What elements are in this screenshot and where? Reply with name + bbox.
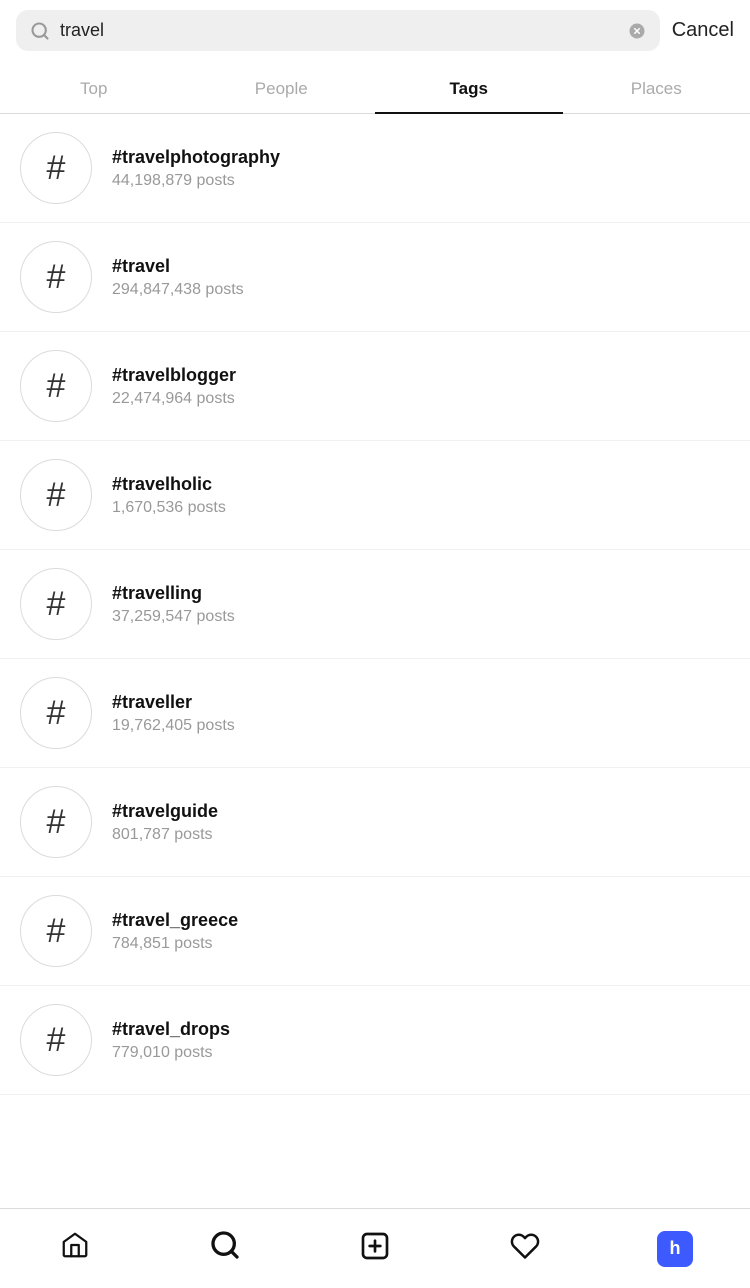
search-bar: Cancel bbox=[0, 0, 750, 61]
tag-item[interactable]: # #traveller 19,762,405 posts bbox=[0, 659, 750, 768]
tag-icon-circle: # bbox=[20, 132, 92, 204]
hash-icon: # bbox=[47, 151, 66, 185]
tag-item[interactable]: # #travelholic 1,670,536 posts bbox=[0, 441, 750, 550]
tab-tags[interactable]: Tags bbox=[375, 61, 563, 113]
tabs: Top People Tags Places bbox=[0, 61, 750, 114]
tag-item[interactable]: # #travelphotography 44,198,879 posts bbox=[0, 114, 750, 223]
tag-name: #traveller bbox=[112, 692, 235, 713]
nav-search[interactable] bbox=[195, 1219, 255, 1279]
tab-top[interactable]: Top bbox=[0, 61, 188, 113]
add-icon bbox=[359, 1230, 391, 1267]
tag-item[interactable]: # #travelling 37,259,547 posts bbox=[0, 550, 750, 659]
hash-icon: # bbox=[47, 369, 66, 403]
tag-icon-circle: # bbox=[20, 677, 92, 749]
hash-icon: # bbox=[47, 260, 66, 294]
tag-info: #travel_greece 784,851 posts bbox=[112, 910, 238, 953]
tag-count: 1,670,536 posts bbox=[112, 499, 226, 517]
tag-icon-circle: # bbox=[20, 1004, 92, 1076]
nav-add[interactable] bbox=[345, 1219, 405, 1279]
hash-icon: # bbox=[47, 587, 66, 621]
tag-item[interactable]: # #travelguide 801,787 posts bbox=[0, 768, 750, 877]
tag-name: #travelblogger bbox=[112, 365, 236, 386]
clear-icon[interactable] bbox=[628, 22, 646, 40]
tag-count: 19,762,405 posts bbox=[112, 717, 235, 735]
tag-icon-circle: # bbox=[20, 241, 92, 313]
tag-item[interactable]: # #travel_drops 779,010 posts bbox=[0, 986, 750, 1095]
tab-places[interactable]: Places bbox=[563, 61, 750, 113]
heart-icon bbox=[510, 1231, 540, 1266]
tag-info: #travelblogger 22,474,964 posts bbox=[112, 365, 236, 408]
tag-name: #travelling bbox=[112, 583, 235, 604]
hash-icon: # bbox=[47, 914, 66, 948]
hash-icon: # bbox=[47, 1023, 66, 1057]
tag-count: 37,259,547 posts bbox=[112, 608, 235, 626]
tag-count: 44,198,879 posts bbox=[112, 172, 280, 190]
nav-likes[interactable] bbox=[495, 1219, 555, 1279]
tag-name: #travel_drops bbox=[112, 1019, 230, 1040]
tag-name: #travelholic bbox=[112, 474, 226, 495]
tag-info: #travelphotography 44,198,879 posts bbox=[112, 147, 280, 190]
tag-name: #travelguide bbox=[112, 801, 218, 822]
tag-icon-circle: # bbox=[20, 895, 92, 967]
tag-info: #travelholic 1,670,536 posts bbox=[112, 474, 226, 517]
tag-name: #travel_greece bbox=[112, 910, 238, 931]
nav-home[interactable] bbox=[45, 1219, 105, 1279]
tag-item[interactable]: # #travel_greece 784,851 posts bbox=[0, 877, 750, 986]
tag-icon-circle: # bbox=[20, 568, 92, 640]
tag-icon-circle: # bbox=[20, 459, 92, 531]
bottom-nav: h bbox=[0, 1208, 750, 1288]
cancel-button[interactable]: Cancel bbox=[672, 19, 734, 42]
tag-count: 784,851 posts bbox=[112, 935, 238, 953]
tag-icon-circle: # bbox=[20, 350, 92, 422]
search-nav-icon bbox=[209, 1229, 241, 1269]
tag-icon-circle: # bbox=[20, 786, 92, 858]
search-icon bbox=[30, 21, 50, 41]
tag-list: # #travelphotography 44,198,879 posts # … bbox=[0, 114, 750, 1095]
hash-icon: # bbox=[47, 805, 66, 839]
home-icon bbox=[60, 1230, 90, 1267]
tag-info: #travel 294,847,438 posts bbox=[112, 256, 244, 299]
hash-icon: # bbox=[47, 696, 66, 730]
tag-item[interactable]: # #travelblogger 22,474,964 posts bbox=[0, 332, 750, 441]
tab-people[interactable]: People bbox=[188, 61, 376, 113]
tag-count: 801,787 posts bbox=[112, 826, 218, 844]
tag-info: #traveller 19,762,405 posts bbox=[112, 692, 235, 735]
search-input-wrapper bbox=[16, 10, 660, 51]
tag-count: 22,474,964 posts bbox=[112, 390, 236, 408]
tag-info: #travelling 37,259,547 posts bbox=[112, 583, 235, 626]
tag-name: #travelphotography bbox=[112, 147, 280, 168]
tag-info: #travelguide 801,787 posts bbox=[112, 801, 218, 844]
tag-info: #travel_drops 779,010 posts bbox=[112, 1019, 230, 1062]
hash-icon: # bbox=[47, 478, 66, 512]
tag-name: #travel bbox=[112, 256, 244, 277]
tag-count: 779,010 posts bbox=[112, 1044, 230, 1062]
nav-profile[interactable]: h bbox=[645, 1219, 705, 1279]
search-input[interactable] bbox=[60, 20, 618, 41]
tag-item[interactable]: # #travel 294,847,438 posts bbox=[0, 223, 750, 332]
tag-count: 294,847,438 posts bbox=[112, 281, 244, 299]
profile-icon: h bbox=[657, 1231, 693, 1267]
